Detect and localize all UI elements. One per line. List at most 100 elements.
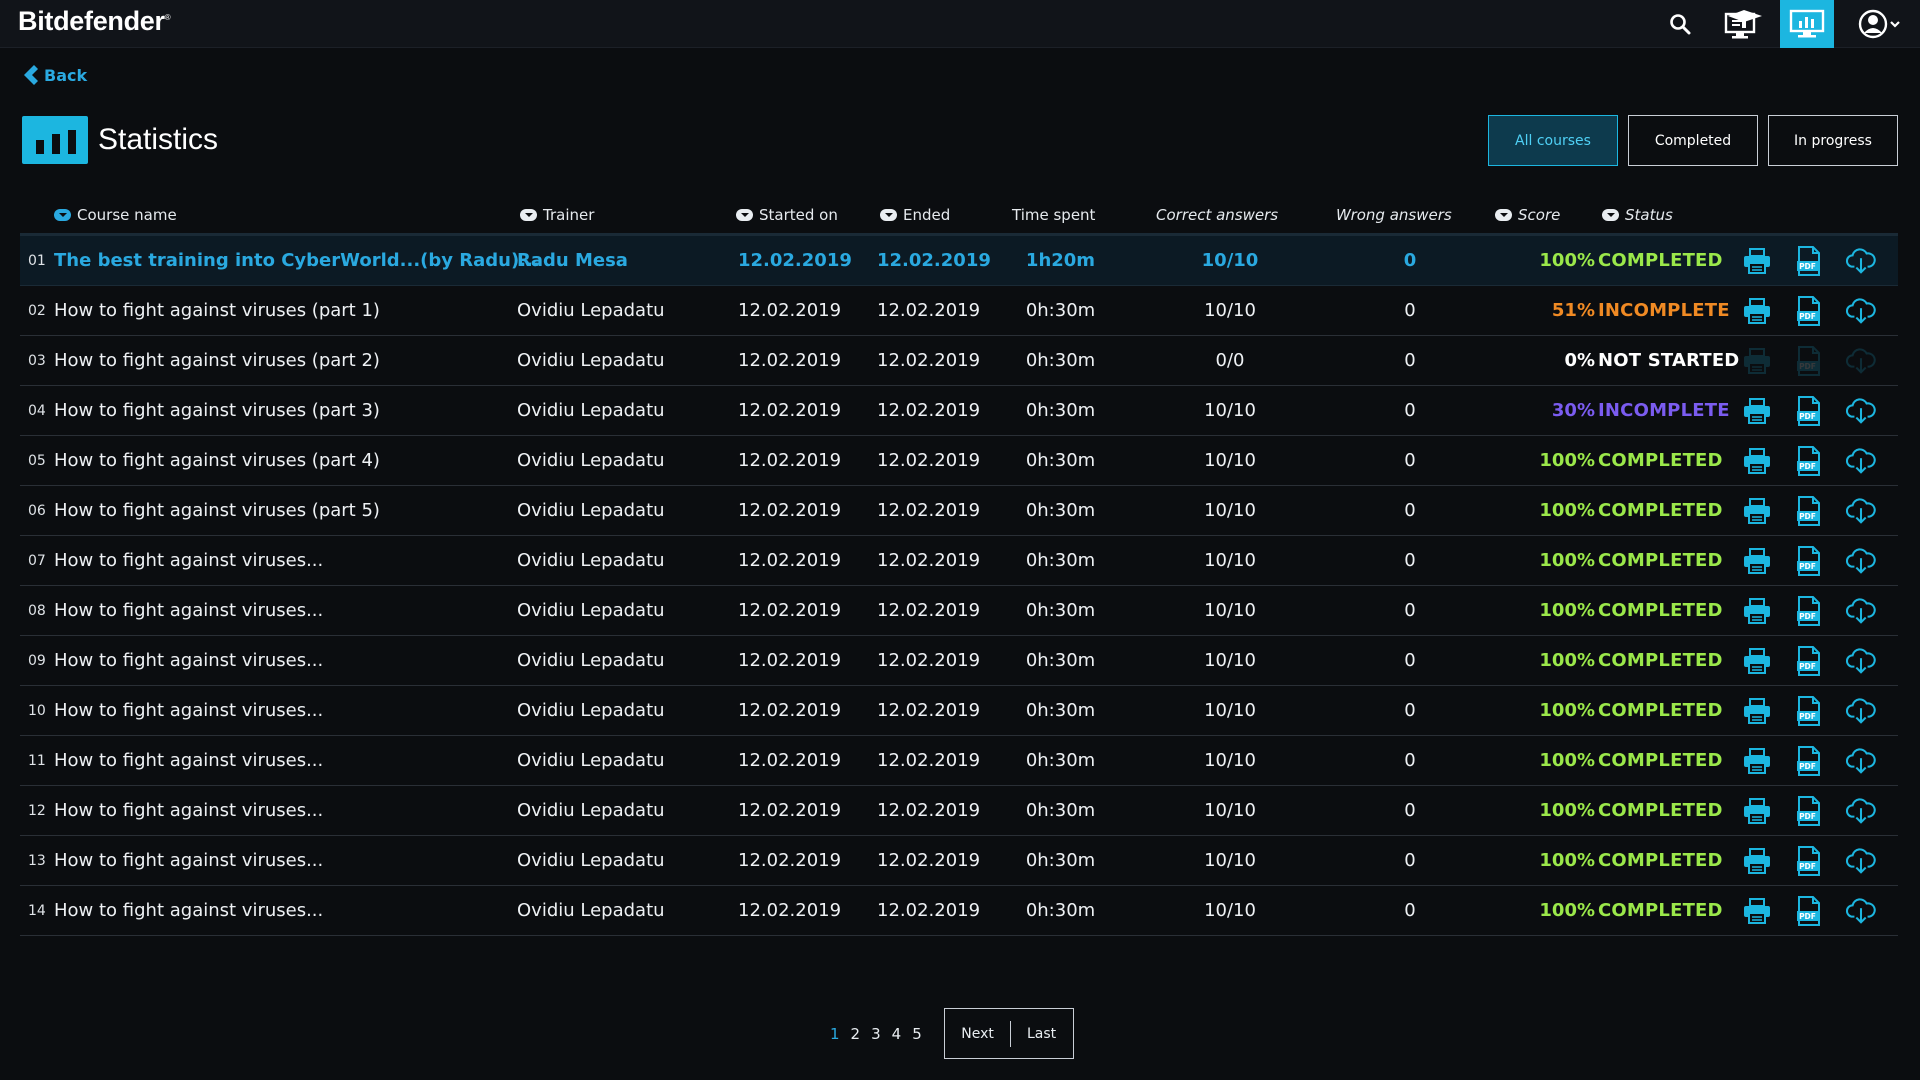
table-row[interactable]: 03 How to fight against viruses (part 2) O… [20, 336, 1898, 386]
cloud-download-icon[interactable] [1846, 246, 1876, 276]
table-row[interactable]: 05 How to fight against viruses (part 4) O… [20, 436, 1898, 486]
user-account-icon[interactable] [1850, 0, 1910, 48]
course-name[interactable]: How to fight against viruses... [54, 786, 323, 835]
course-name[interactable]: How to fight against viruses (part 4) [54, 436, 380, 485]
search-icon[interactable] [1656, 0, 1704, 48]
table-row[interactable]: 04 How to fight against viruses (part 3) O… [20, 386, 1898, 436]
row-number: 11 [28, 752, 46, 769]
statistics-monitor-icon[interactable] [1780, 0, 1834, 48]
trainer-name: Ovidiu Lepadatu [517, 900, 665, 921]
header-course-name[interactable]: Course name [54, 206, 177, 224]
table-row[interactable]: 07 How to fight against viruses... Ovidiu … [20, 536, 1898, 586]
cloud-download-icon[interactable] [1846, 296, 1876, 326]
brand-logo[interactable]: Bitdefender® [18, 6, 171, 37]
page-number-4[interactable]: 4 [892, 1025, 902, 1043]
pdf-icon[interactable]: PDF [1794, 395, 1824, 426]
header-trainer[interactable]: Trainer [520, 206, 594, 224]
course-name[interactable]: How to fight against viruses... [54, 736, 323, 785]
cloud-download-icon[interactable] [1846, 496, 1876, 526]
cloud-download-icon[interactable] [1846, 596, 1876, 626]
printer-icon[interactable] [1742, 496, 1772, 526]
last-page-button[interactable]: Last [1027, 1026, 1056, 1042]
filter-in-progress-button[interactable]: In progress [1768, 115, 1898, 166]
table-row[interactable]: 13 How to fight against viruses... Ovidiu … [20, 836, 1898, 886]
score: 100% [1539, 250, 1595, 271]
header-score[interactable]: Score [1495, 206, 1560, 224]
course-name[interactable]: The best training into CyberWorld...(by … [54, 236, 540, 285]
printer-icon[interactable] [1742, 346, 1772, 376]
course-name[interactable]: How to fight against viruses (part 1) [54, 286, 380, 335]
training-monitor-icon[interactable] [1716, 0, 1772, 48]
course-name[interactable]: How to fight against viruses (part 2) [54, 336, 380, 385]
pdf-icon[interactable]: PDF [1794, 695, 1824, 726]
page-number-2[interactable]: 2 [851, 1025, 861, 1043]
page-number-3[interactable]: 3 [871, 1025, 881, 1043]
page-number-5[interactable]: 5 [912, 1025, 922, 1043]
printer-icon[interactable] [1742, 646, 1772, 676]
printer-icon[interactable] [1742, 596, 1772, 626]
table-row[interactable]: 12 How to fight against viruses... Ovidiu … [20, 786, 1898, 836]
pdf-icon[interactable]: PDF [1794, 445, 1824, 476]
cloud-download-icon[interactable] [1846, 846, 1876, 876]
pdf-icon[interactable]: PDF [1794, 745, 1824, 776]
table-row[interactable]: 08 How to fight against viruses... Ovidiu … [20, 586, 1898, 636]
cloud-download-icon[interactable] [1846, 796, 1876, 826]
cloud-download-icon[interactable] [1846, 646, 1876, 676]
cloud-download-icon[interactable] [1846, 346, 1876, 376]
course-name[interactable]: How to fight against viruses... [54, 636, 323, 685]
pdf-icon[interactable]: PDF [1794, 245, 1824, 276]
pdf-icon[interactable]: PDF [1794, 795, 1824, 826]
table-row[interactable]: 10 How to fight against viruses... Ovidiu … [20, 686, 1898, 736]
table-row[interactable]: 09 How to fight against viruses... Ovidiu … [20, 636, 1898, 686]
back-link[interactable]: Back [20, 64, 87, 86]
cloud-download-icon[interactable] [1846, 896, 1876, 926]
course-name[interactable]: How to fight against viruses... [54, 586, 323, 635]
pdf-icon[interactable]: PDF [1794, 895, 1824, 926]
printer-icon[interactable] [1742, 696, 1772, 726]
printer-icon[interactable] [1742, 446, 1772, 476]
cloud-download-icon[interactable] [1846, 746, 1876, 776]
header-correct-answers: Correct answers [1156, 206, 1279, 224]
next-page-button[interactable]: Next [961, 1026, 994, 1042]
pdf-icon[interactable]: PDF [1794, 495, 1824, 526]
pdf-icon[interactable]: PDF [1794, 645, 1824, 676]
header-ended[interactable]: Ended [880, 206, 950, 224]
printer-icon[interactable] [1742, 846, 1772, 876]
table-row[interactable]: 11 How to fight against viruses... Ovidiu … [20, 736, 1898, 786]
pdf-icon[interactable]: PDF [1794, 545, 1824, 576]
table-row[interactable]: 02 How to fight against viruses (part 1) O… [20, 286, 1898, 336]
table-row[interactable]: 14 How to fight against viruses... Ovidiu … [20, 886, 1898, 936]
course-name[interactable]: How to fight against viruses... [54, 536, 323, 585]
table-row[interactable]: 01 The best training into CyberWorld...(b… [20, 236, 1898, 286]
printer-icon[interactable] [1742, 246, 1772, 276]
filter-completed-button[interactable]: Completed [1628, 115, 1758, 166]
pdf-icon[interactable]: PDF [1794, 345, 1824, 376]
course-name[interactable]: How to fight against viruses... [54, 886, 323, 935]
cloud-download-icon[interactable] [1846, 446, 1876, 476]
printer-icon[interactable] [1742, 296, 1772, 326]
table-row[interactable]: 06 How to fight against viruses (part 5) O… [20, 486, 1898, 536]
printer-icon[interactable] [1742, 896, 1772, 926]
printer-icon[interactable] [1742, 746, 1772, 776]
trainer-name: Ovidiu Lepadatu [517, 650, 665, 671]
cloud-download-icon[interactable] [1846, 546, 1876, 576]
started-on: 12.02.2019 [738, 300, 842, 321]
course-name[interactable]: How to fight against viruses (part 3) [54, 386, 380, 435]
cloud-download-icon[interactable] [1846, 696, 1876, 726]
wrong-answers: 0 [1404, 750, 1416, 771]
filter-all-courses-button[interactable]: All courses [1488, 115, 1618, 166]
course-name[interactable]: How to fight against viruses (part 5) [54, 486, 380, 535]
header-label: Course name [77, 206, 177, 224]
cloud-download-icon[interactable] [1846, 396, 1876, 426]
course-name[interactable]: How to fight against viruses... [54, 686, 323, 735]
pdf-icon[interactable]: PDF [1794, 845, 1824, 876]
pdf-icon[interactable]: PDF [1794, 595, 1824, 626]
printer-icon[interactable] [1742, 396, 1772, 426]
course-name[interactable]: How to fight against viruses... [54, 836, 323, 885]
pdf-icon[interactable]: PDF [1794, 295, 1824, 326]
header-started-on[interactable]: Started on [736, 206, 838, 224]
header-status[interactable]: Status [1602, 206, 1673, 224]
page-number-1[interactable]: 1 [830, 1025, 840, 1043]
printer-icon[interactable] [1742, 796, 1772, 826]
printer-icon[interactable] [1742, 546, 1772, 576]
